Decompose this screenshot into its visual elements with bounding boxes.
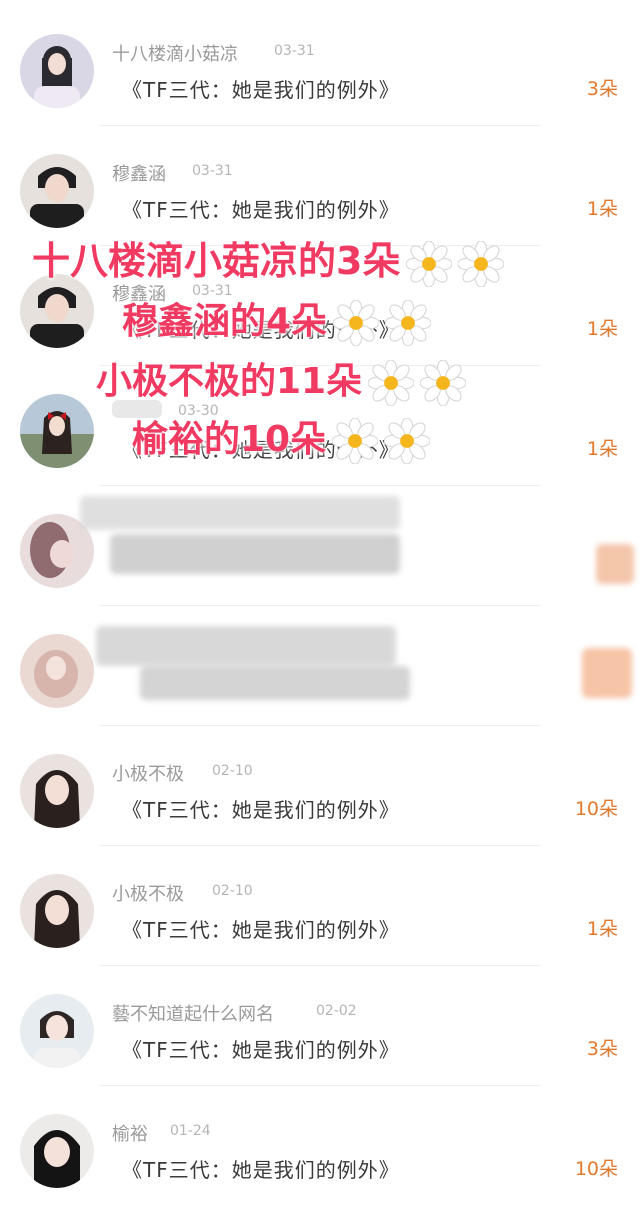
- flower-count: 1朵: [586, 198, 618, 220]
- list-item[interactable]: 十八楼滴小菇凉 03-31 《TF三代：她是我们的例外》 3朵: [0, 6, 640, 126]
- book-title[interactable]: 《TF三代：她是我们的例外》: [122, 1034, 400, 1063]
- book-title[interactable]: 《TF三代：她是我们的例外》: [122, 1154, 400, 1183]
- gift-date: 01-24: [170, 1123, 211, 1139]
- list-item[interactable]: 小极不极 02-10 《TF三代：她是我们的例外》 1朵: [0, 846, 640, 966]
- list-item[interactable]: 藝不知道起什么网名 02-02 《TF三代：她是我们的例外》 3朵: [0, 966, 640, 1086]
- book-title[interactable]: 《TF三代：她是我们的例外》: [122, 434, 400, 463]
- user-name[interactable]: 藝不知道起什么网名: [112, 1000, 274, 1026]
- scribble-mask: [110, 534, 400, 574]
- flower-count: 3朵: [586, 78, 618, 100]
- scribble-mask: [80, 496, 400, 530]
- user-name[interactable]: 小极不极: [112, 760, 184, 786]
- avatar[interactable]: [20, 1114, 94, 1188]
- user-name[interactable]: 榆裕: [112, 1120, 148, 1146]
- gift-date: 03-31: [274, 43, 315, 59]
- avatar[interactable]: [20, 154, 94, 228]
- flower-count: 3朵: [586, 1038, 618, 1060]
- gift-date: 03-30: [178, 403, 219, 419]
- flower-count: 1朵: [586, 918, 618, 940]
- gift-date: 02-10: [212, 883, 253, 899]
- user-name[interactable]: 十八楼滴小菇凉: [112, 40, 238, 66]
- flower-count: 1朵: [586, 318, 618, 340]
- flower-count: 10朵: [574, 798, 618, 820]
- list-item[interactable]: 小极不极 02-10 《TF三代：她是我们的例外》 10朵: [0, 726, 640, 846]
- gift-date: 02-10: [212, 763, 253, 779]
- avatar[interactable]: [20, 394, 94, 468]
- book-title[interactable]: 《TF三代：她是我们的例外》: [122, 914, 400, 943]
- flower-count: 1朵: [586, 438, 618, 460]
- avatar[interactable]: [20, 754, 94, 828]
- gift-date: 03-31: [192, 283, 233, 299]
- list-item[interactable]: [0, 606, 640, 726]
- list-item[interactable]: 穆鑫涵 03-31 《TF三代：她是我们的例外》 1朵: [0, 246, 640, 366]
- list-item[interactable]: 榆裕 01-24 《TF三代：她是我们的例外》 10朵: [0, 1086, 640, 1206]
- avatar[interactable]: [20, 874, 94, 948]
- gift-date: 02-02: [316, 1003, 357, 1019]
- scribble-mask: [96, 626, 396, 666]
- blurred-name: [112, 400, 162, 418]
- avatar[interactable]: [20, 34, 94, 108]
- list-item[interactable]: 穆鑫涵 03-31 《TF三代：她是我们的例外》 1朵: [0, 126, 640, 246]
- avatar[interactable]: [20, 274, 94, 348]
- flower-count: 10朵: [574, 1158, 618, 1180]
- user-name[interactable]: 穆鑫涵: [112, 160, 166, 186]
- gift-date: 03-31: [192, 163, 233, 179]
- book-title[interactable]: 《TF三代：她是我们的例外》: [122, 314, 400, 343]
- book-title[interactable]: 《TF三代：她是我们的例外》: [122, 194, 400, 223]
- scribble-mask: [596, 544, 634, 584]
- user-name[interactable]: 穆鑫涵: [112, 280, 166, 306]
- list-item[interactable]: [0, 486, 640, 606]
- list-item[interactable]: 03-30 《TF三代：她是我们的例外》 1朵: [0, 366, 640, 486]
- scribble-mask: [582, 648, 632, 698]
- avatar[interactable]: [20, 634, 94, 708]
- book-title[interactable]: 《TF三代：她是我们的例外》: [122, 794, 400, 823]
- book-title[interactable]: 《TF三代：她是我们的例外》: [122, 74, 400, 103]
- avatar[interactable]: [20, 994, 94, 1068]
- user-name[interactable]: 小极不极: [112, 880, 184, 906]
- scribble-mask: [140, 666, 410, 700]
